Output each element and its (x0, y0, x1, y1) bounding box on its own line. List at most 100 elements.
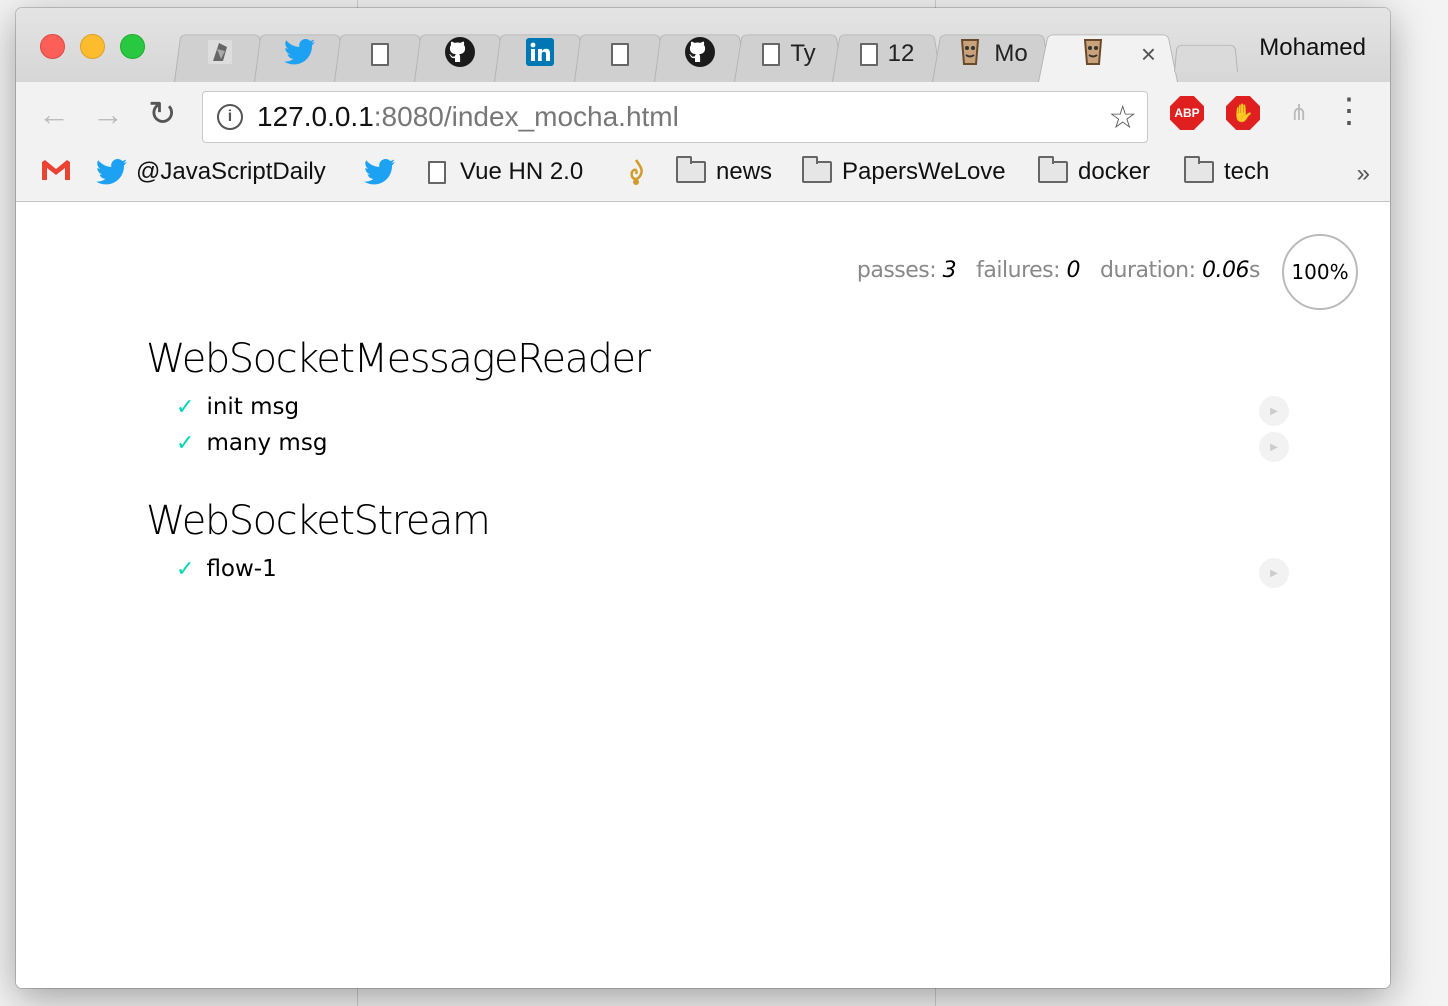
test-title: many msg (206, 430, 328, 456)
bookmark-label: docker (1078, 158, 1151, 185)
forward-button[interactable]: → (92, 96, 124, 132)
page-icon (762, 42, 781, 66)
page-icon (428, 160, 446, 184)
duration-stat: duration: 0.06s (1100, 258, 1260, 283)
folder-icon (1184, 156, 1214, 183)
profile-name[interactable]: Mohamed (1259, 34, 1366, 62)
more-bookmarks-icon[interactable]: » (1357, 160, 1370, 188)
bookmark-twitter[interactable] (364, 158, 396, 186)
reload-button[interactable]: ↻ (148, 96, 177, 132)
toolbar: ← → ↻ i 127.0.0.1:8080/index_mocha.html … (16, 82, 1390, 146)
url-text[interactable]: 127.0.0.1:8080/index_mocha.html (257, 101, 679, 133)
suite-title[interactable]: WebSocketMessageReader (146, 336, 651, 382)
bookmarks-bar: @JavaScriptDaily Vue HN 2.0 news PapersW… (16, 146, 1390, 202)
page-icon (371, 42, 389, 66)
test-item[interactable]: ✓ flow-1 (176, 556, 277, 582)
tab-title: Ty (790, 40, 816, 67)
page-icon (859, 42, 878, 66)
twitter-icon (284, 38, 316, 71)
duration-label: duration: (1100, 258, 1196, 283)
replay-icon[interactable]: ▶ (1259, 558, 1289, 588)
url-path: :8080/index_mocha.html (373, 101, 679, 132)
bookmark-gmail[interactable] (40, 158, 72, 182)
check-icon: ✓ (176, 556, 195, 582)
bookmark-vue-hn[interactable]: Vue HN 2.0 (428, 158, 583, 186)
check-icon: ✓ (176, 394, 195, 420)
tab-active[interactable]: × (1038, 26, 1178, 82)
tab-title: 12 (887, 40, 915, 67)
mocha-icon (1079, 36, 1107, 73)
minimize-window-button[interactable] (80, 34, 105, 59)
test-item[interactable]: ✓ many msg (176, 430, 327, 456)
bookmark-star-icon[interactable]: ☆ (1108, 98, 1137, 136)
failures-count: 0 (1066, 258, 1081, 283)
tab-1[interactable] (174, 26, 266, 82)
mocha-icon (956, 36, 984, 73)
twitter-icon (364, 158, 396, 186)
page-icon (611, 42, 629, 66)
bookmark-folder-docker[interactable]: docker (1038, 156, 1151, 186)
test-title: flow-1 (206, 556, 277, 582)
twitter-icon (96, 158, 128, 186)
close-tab-icon[interactable]: × (1141, 39, 1156, 70)
tab-title: Mo (994, 40, 1028, 67)
tab-6[interactable] (574, 26, 666, 82)
mocha-stats: passes: 3 failures: 0 duration: 0.06s (856, 258, 1261, 283)
folder-icon (1038, 156, 1068, 183)
adblock-plus-icon[interactable]: ABP (1170, 96, 1204, 130)
bookmark-label: Vue HN 2.0 (460, 158, 584, 185)
test-item[interactable]: ✓ init msg (176, 394, 299, 420)
close-window-button[interactable] (40, 34, 65, 59)
address-bar[interactable]: i 127.0.0.1:8080/index_mocha.html ☆ (202, 91, 1148, 143)
folder-icon (802, 156, 832, 183)
passes-label: passes: (856, 258, 937, 283)
url-host: 127.0.0.1 (257, 101, 374, 132)
tab-8[interactable]: Ty (734, 26, 844, 82)
bookmark-aljazeera[interactable] (624, 158, 648, 188)
bookmark-label: PapersWeLove (842, 158, 1006, 185)
new-tab-button[interactable] (1174, 42, 1238, 72)
failures-stat[interactable]: failures: 0 (976, 258, 1080, 283)
replay-icon[interactable]: ▶ (1259, 432, 1289, 462)
aljazeera-icon (624, 158, 648, 188)
tree-extension-icon[interactable]: ⋔ (1282, 96, 1316, 130)
github-icon (444, 36, 476, 73)
check-icon: ✓ (176, 430, 195, 456)
passes-stat[interactable]: passes: 3 (856, 258, 957, 283)
folder-icon (676, 156, 706, 183)
linkedin-icon (526, 37, 554, 71)
tab-7[interactable] (654, 26, 746, 82)
bookmark-label: @JavaScriptDaily (136, 158, 326, 185)
bookmark-folder-news[interactable]: news (676, 156, 773, 186)
duration-value: 0.06 (1202, 258, 1250, 283)
tab-10[interactable]: Mo (932, 26, 1052, 82)
replay-icon[interactable]: ▶ (1259, 396, 1289, 426)
tab-4[interactable] (414, 26, 506, 82)
tab-9[interactable]: 12 (832, 26, 942, 82)
duration-unit: s (1249, 258, 1260, 283)
suite-title[interactable]: WebSocketStream (146, 498, 491, 544)
info-icon[interactable]: i (217, 104, 243, 130)
mocha-report: passes: 3 failures: 0 duration: 0.06s 10… (16, 202, 1390, 988)
gmail-icon (40, 158, 72, 182)
back-button[interactable]: ← (38, 96, 70, 132)
ublock-icon[interactable]: ✋ (1226, 96, 1260, 130)
menu-icon[interactable]: ⋮ (1332, 94, 1366, 128)
bookmark-javascriptdaily[interactable]: @JavaScriptDaily (96, 158, 326, 186)
tab-3[interactable] (334, 26, 426, 82)
failures-label: failures: (976, 258, 1061, 283)
test-title: init msg (206, 394, 300, 420)
bookmark-label: tech (1224, 158, 1270, 185)
github-icon (684, 36, 716, 73)
tab-2[interactable] (254, 26, 346, 82)
progress-ring: 100% (1282, 234, 1358, 310)
tab-strip: Ty 12 Mo × Mohamed (16, 8, 1390, 82)
browser-window: Ty 12 Mo × Mohamed ← → ↻ i 127.0.0.1:808… (16, 8, 1390, 988)
bookmark-label: news (716, 158, 773, 185)
passes-count: 3 (942, 258, 957, 283)
bird-favicon-icon (205, 37, 235, 72)
bookmark-folder-paperswelove[interactable]: PapersWeLove (802, 156, 1006, 186)
tab-5[interactable] (494, 26, 586, 82)
bookmark-folder-tech[interactable]: tech (1184, 156, 1270, 186)
zoom-window-button[interactable] (120, 34, 145, 59)
